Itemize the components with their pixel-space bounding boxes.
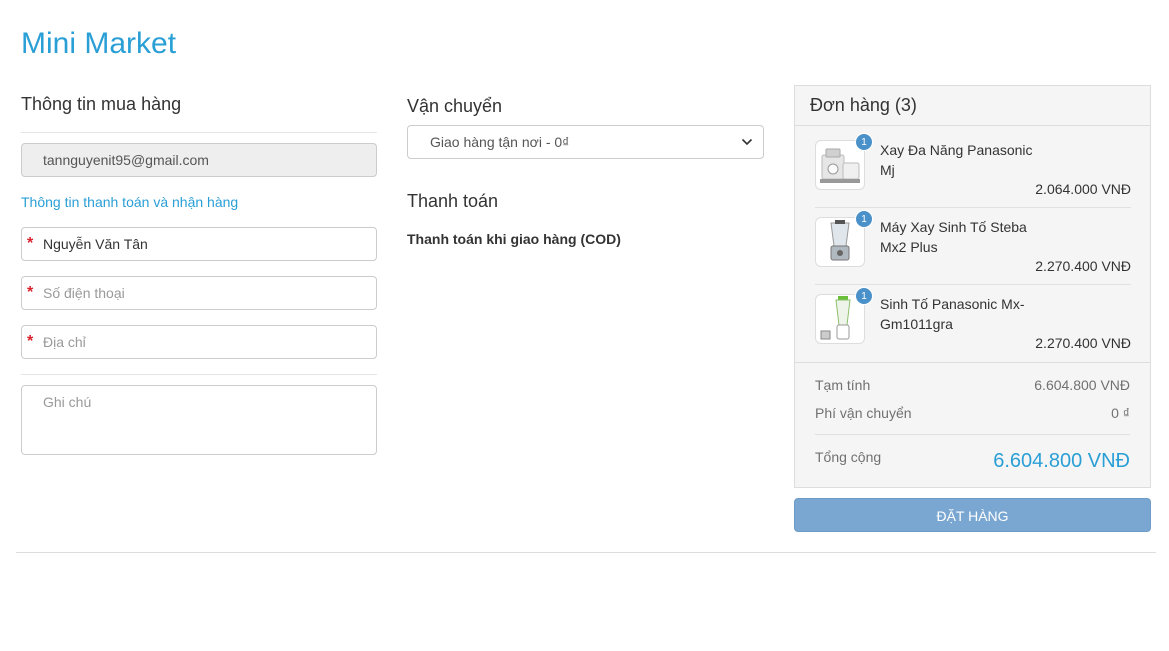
order-item: 1 Xay Đa Năng Panasonic Mj 2.064.000 VNĐ <box>815 131 1131 208</box>
item-name: Xay Đa Năng Panasonic Mj <box>880 142 1033 178</box>
address-input[interactable] <box>43 326 368 358</box>
phone-input[interactable] <box>43 277 368 309</box>
shipping-payment-section: Vận chuyển Giao hàng tận nơi - 0₫ Thanh … <box>407 96 764 247</box>
shipping-title: Vận chuyển <box>407 96 503 116</box>
phone-field[interactable]: * <box>21 276 377 310</box>
subtotal-row: Tạm tính 6.604.800 VNĐ <box>815 363 1130 393</box>
quantity-badge: 1 <box>855 287 873 305</box>
order-totals: Tạm tính 6.604.800 VNĐ Phí vận chuyển 0 … <box>795 362 1150 421</box>
required-mark: * <box>27 333 34 350</box>
customer-info-section: Thông tin mua hàng tannguyenit95@gmail.c… <box>21 94 377 455</box>
billing-info-link[interactable]: Thông tin thanh toán và nhận hàng <box>21 194 238 210</box>
payment-title: Thanh toán <box>407 191 499 211</box>
email-display: tannguyenit95@gmail.com <box>21 143 377 177</box>
required-mark: * <box>27 284 34 301</box>
item-price: 2.270.400 VNĐ <box>1035 335 1131 351</box>
brand-logo[interactable]: Mini Market <box>21 27 176 61</box>
shipping-method-select[interactable]: Giao hàng tận nơi - 0₫ <box>407 125 764 159</box>
item-name: Máy Xay Sinh Tố Steba Mx2 Plus <box>880 219 1027 255</box>
footer-divider <box>16 552 1156 553</box>
order-title: Đơn hàng (3) <box>795 86 1150 126</box>
place-order-label: ĐẶT HÀNG <box>936 508 1009 524</box>
chevron-down-icon <box>741 135 753 151</box>
customer-info-title: Thông tin mua hàng <box>21 94 182 114</box>
quantity-badge: 1 <box>855 210 873 228</box>
fullname-field[interactable]: * <box>21 227 377 261</box>
address-field[interactable]: * <box>21 325 377 359</box>
note-textarea[interactable] <box>21 385 377 455</box>
fullname-input[interactable] <box>43 228 368 260</box>
shipping-selected-option: Giao hàng tận nơi - 0₫ <box>430 134 570 150</box>
item-price: 2.270.400 VNĐ <box>1035 258 1131 274</box>
shipping-fee-label: Phí vận chuyển <box>815 405 912 421</box>
quantity-badge: 1 <box>855 133 873 151</box>
required-mark: * <box>27 235 34 252</box>
order-summary: Đơn hàng (3) 1 Xay Đa Năng Panasonic Mj … <box>794 85 1151 488</box>
total-divider <box>815 434 1130 435</box>
item-price: 2.064.000 VNĐ <box>1035 181 1131 197</box>
total-label: Tổng cộng <box>815 449 882 465</box>
customer-divider <box>21 132 377 133</box>
shipping-fee-value: 0 ₫ <box>1111 405 1130 421</box>
place-order-button[interactable]: ĐẶT HÀNG <box>794 498 1151 532</box>
item-name: Sinh Tố Panasonic Mx-Gm1011gra <box>880 296 1025 332</box>
note-divider <box>21 374 377 375</box>
total-value: 6.604.800 VNĐ <box>993 450 1130 472</box>
payment-method[interactable]: Thanh toán khi giao hàng (COD) <box>407 231 621 247</box>
order-item: 1 Sinh Tố Panasonic Mx-Gm1011gra 2.270.4… <box>815 285 1131 362</box>
order-item: 1 Máy Xay Sinh Tố Steba Mx2 Plus 2.270.4… <box>815 208 1131 285</box>
order-item-list: 1 Xay Đa Năng Panasonic Mj 2.064.000 VNĐ… <box>815 131 1131 362</box>
shipping-fee-row: Phí vận chuyển 0 ₫ <box>815 391 1130 421</box>
